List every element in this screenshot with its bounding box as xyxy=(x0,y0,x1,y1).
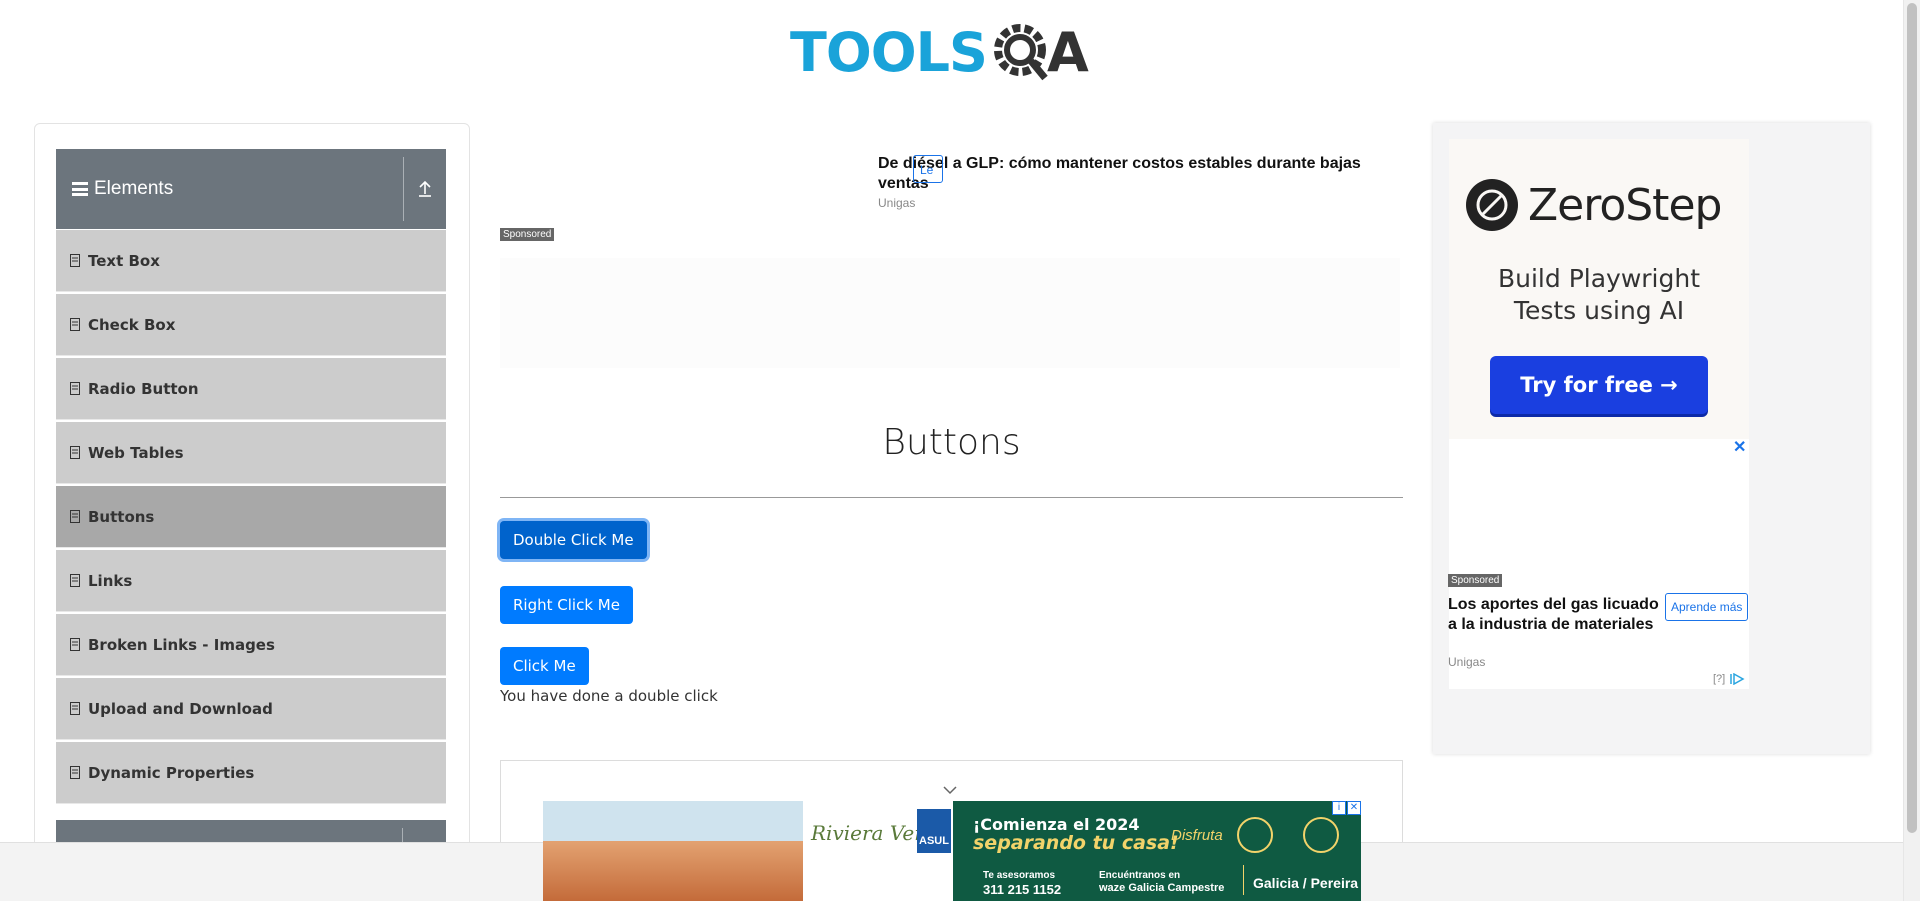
group-title-label: Elements xyxy=(94,178,174,199)
phone-label: Te asesoramos xyxy=(983,870,1056,881)
native-ad-source: Unigas xyxy=(1448,655,1486,669)
adchoices-icon xyxy=(1730,673,1745,685)
click-me-button[interactable]: Click Me xyxy=(500,647,589,685)
scrollbar-thumb[interactable] xyxy=(1907,3,1917,833)
ad-info-icon[interactable]: i xyxy=(1332,801,1346,815)
sidebar-item-broken-links[interactable]: Broken Links - Images xyxy=(56,614,446,676)
html-doc-icon xyxy=(70,766,80,779)
html-doc-icon xyxy=(70,254,80,267)
hamburger-icon xyxy=(72,182,88,196)
ad-source: Unigas xyxy=(878,196,916,210)
html-doc-icon xyxy=(70,382,80,395)
waze-label: Encuéntranos en xyxy=(1099,870,1181,881)
sponsored-label: Sponsored xyxy=(1448,574,1503,587)
logo-text: TOOLS xyxy=(790,20,988,84)
bottom-banner-ad[interactable]: Riviera Verde ASUL ¡Comienza el 2024 sep… xyxy=(543,801,1361,901)
right-sidebar-ad[interactable]: ZeroStep Build Playwright Tests using AI… xyxy=(1433,123,1870,754)
zerostep-brand: ZeroStep xyxy=(1528,179,1722,231)
page-title: Buttons xyxy=(882,422,1021,463)
logo-q-gear-icon xyxy=(993,21,1051,83)
sidebar-item-upload-download[interactable]: Upload and Download xyxy=(56,678,446,740)
phone-number: 311 215 1152 xyxy=(983,882,1062,897)
tagline-line-1: Build Playwright xyxy=(1497,264,1701,293)
html-doc-icon xyxy=(70,638,80,651)
right-click-button[interactable]: Right Click Me xyxy=(500,586,633,624)
elements-group-header[interactable]: Elements xyxy=(56,149,446,229)
sidebar-menu: Text Box Check Box Radio Button Web Tabl… xyxy=(56,230,446,806)
sidebar-item-label: Links xyxy=(88,571,133,590)
sidebar-item-links[interactable]: Links xyxy=(56,550,446,612)
page-scrollbar[interactable] xyxy=(1903,0,1920,901)
zerostep-tagline: Build Playwright Tests using AI xyxy=(1449,263,1749,327)
sponsored-label: Sponsored xyxy=(500,228,555,241)
chevron-down-icon[interactable] xyxy=(943,785,957,795)
double-click-message: You have done a double click xyxy=(500,687,718,705)
zerostep-logo: ZeroStep xyxy=(1466,179,1722,231)
sidebar-item-buttons[interactable]: Buttons xyxy=(56,486,446,548)
pedestrian-path-icon xyxy=(1237,817,1273,853)
sidebar-item-label: Upload and Download xyxy=(88,699,273,718)
group-title[interactable]: Elements xyxy=(56,178,403,200)
html-doc-icon xyxy=(70,510,80,523)
sidebar-item-text-box[interactable]: Text Box xyxy=(56,230,446,292)
adchoices[interactable]: [?] xyxy=(1713,673,1745,685)
html-doc-icon xyxy=(70,318,80,331)
sidebar-item-dynamic-properties[interactable]: Dynamic Properties xyxy=(56,742,446,804)
close-ad-icon[interactable]: ✕ xyxy=(1733,437,1746,457)
aprende-mas-button[interactable]: Aprende más xyxy=(1665,593,1749,621)
double-click-button[interactable]: Double Click Me xyxy=(500,521,647,559)
banner-ad-controls[interactable]: i ✕ xyxy=(1331,801,1361,815)
sidebar-item-web-tables[interactable]: Web Tables xyxy=(56,422,446,484)
ad-close-icon[interactable]: ✕ xyxy=(1347,801,1361,815)
native-ad-headline[interactable]: Los aportes del gas licuado a la industr… xyxy=(1448,595,1663,635)
sidebar-item-label: Broken Links - Images xyxy=(88,635,275,654)
zerostep-ad-card[interactable]: ZeroStep Build Playwright Tests using AI… xyxy=(1449,139,1749,439)
sidebar-item-label: Radio Button xyxy=(88,379,199,398)
banner-waze: Encuéntranos en waze Galicia Campestre xyxy=(1099,869,1224,895)
logo-a: A xyxy=(1046,20,1089,84)
sidebar-item-label: Buttons xyxy=(88,507,155,526)
social-areas-icon xyxy=(1303,817,1339,853)
banner-headline: ¡Comienza el 2024 separando tu casa! xyxy=(973,815,1179,853)
sidebar-item-label: Web Tables xyxy=(88,443,184,462)
tagline-line-2: Tests using AI xyxy=(1513,296,1685,325)
ad-headline[interactable]: De diésel a GLP: cómo mantener costos es… xyxy=(878,154,1378,194)
waze-location: waze Galicia Campestre xyxy=(1099,882,1225,894)
sidebar-item-check-box[interactable]: Check Box xyxy=(56,294,446,356)
title-divider xyxy=(500,497,1403,498)
banner-headline-line-2: separando tu casa! xyxy=(973,832,1179,854)
banner-separator xyxy=(1243,865,1244,895)
toolsqa-logo[interactable]: TOOLS A xyxy=(790,14,1089,90)
sidebar-item-label: Check Box xyxy=(88,315,176,334)
banner-city: Galicia / Pereira xyxy=(1253,875,1359,891)
sidebar-item-label: Dynamic Properties xyxy=(88,763,255,782)
zerostep-logo-icon xyxy=(1466,179,1518,231)
html-doc-icon xyxy=(70,446,80,459)
collapse-arrow-icon[interactable] xyxy=(404,180,446,198)
sidebar-item-label: Text Box xyxy=(88,251,160,270)
banner-phone: Te asesoramos 311 215 1152 xyxy=(983,869,1061,897)
html-doc-icon xyxy=(70,574,80,587)
houses-image xyxy=(543,801,803,901)
asul-logo: ASUL xyxy=(917,809,951,853)
native-ad-area xyxy=(1449,439,1749,689)
ad-learn-more-button[interactable]: Le xyxy=(913,155,943,183)
try-for-free-button[interactable]: Try for free → xyxy=(1490,356,1708,414)
adchoices-label: [?] xyxy=(1713,673,1726,685)
html-doc-icon xyxy=(70,702,80,715)
ad-placeholder-area xyxy=(500,258,1400,368)
sidebar-item-radio-button[interactable]: Radio Button xyxy=(56,358,446,420)
banner-disfruta: Disfruta xyxy=(1171,827,1223,844)
